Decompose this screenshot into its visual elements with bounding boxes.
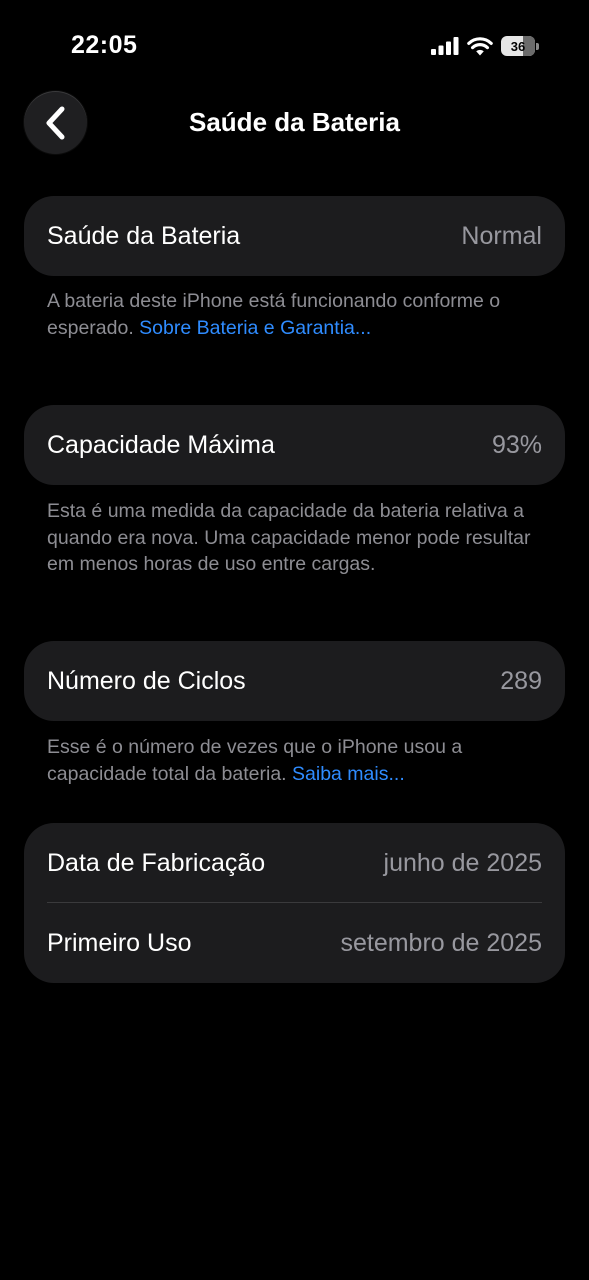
wifi-icon [467,36,493,55]
first-use-label: Primeiro Uso [47,928,192,957]
max-capacity-label: Capacidade Máxima [47,430,275,459]
manufacture-date-label: Data de Fabricação [47,848,266,877]
learn-more-link[interactable]: Saiba mais... [292,763,405,785]
max-capacity-row: Capacidade Máxima 93% [47,405,542,485]
battery-health-label: Saúde da Bateria [47,221,241,250]
battery-icon: 36 [501,36,539,56]
cycle-count-row: Número de Ciclos 289 [47,641,542,721]
status-icons: 36 [431,36,539,56]
battery-warranty-link[interactable]: Sobre Bateria e Garantia... [139,317,371,339]
cycle-count-value: 289 [500,666,542,695]
page-title: Saúde da Bateria [189,107,400,137]
cellular-signal-icon [431,37,459,55]
cycle-count-description: Esse é o número de vezes que o iPhone us… [47,734,547,787]
cycle-count-card: Número de Ciclos 289 [24,641,565,721]
first-use-value: setembro de 2025 [340,928,542,957]
max-capacity-value: 93% [491,430,542,459]
manufacture-date-row: Data de Fabricação junho de 2025 [47,823,542,903]
max-capacity-description: Esta é uma medida da capacidade da bater… [47,500,531,575]
battery-health-value: Normal [461,221,542,250]
battery-level: 36 [510,38,526,54]
status-bar: 22:05 36 [0,0,589,90]
dates-card: Data de Fabricação junho de 2025 Primeir… [24,823,565,983]
manufacture-date-value: junho de 2025 [383,848,542,877]
battery-health-description: A bateria deste iPhone está funcionando … [47,288,547,341]
battery-health-row[interactable]: Saúde da Bateria Normal [47,196,542,276]
first-use-row: Primeiro Uso setembro de 2025 [47,903,542,983]
cycle-count-label: Número de Ciclos [47,666,246,695]
max-capacity-card: Capacidade Máxima 93% [24,405,565,485]
status-time: 22:05 [71,31,138,59]
battery-health-card[interactable]: Saúde da Bateria Normal [24,196,565,276]
